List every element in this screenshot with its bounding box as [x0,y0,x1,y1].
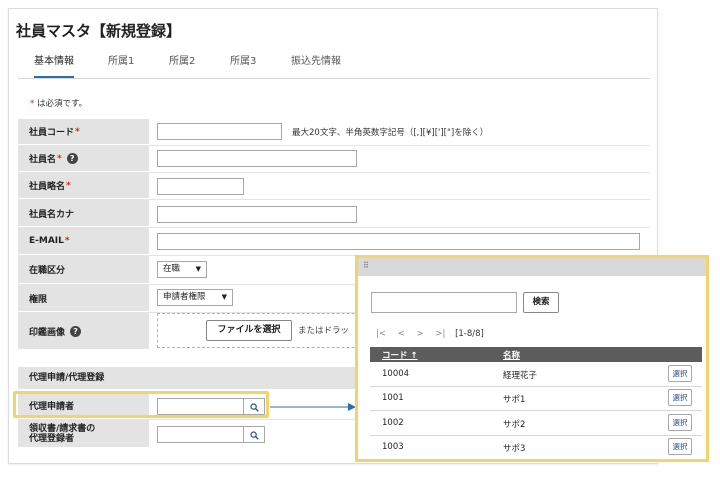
tab-affiliation-3[interactable]: 所属3 [230,54,256,76]
select-button[interactable]: 選択 [668,365,692,382]
question-circle-icon[interactable]: ? [66,153,78,164]
employee-code-label: 社員コード * [18,119,149,144]
grip-icon[interactable]: ⠿ [363,261,369,270]
chevron-down-icon: ▼ [195,265,201,273]
employee-kana-label: 社員名カナ [18,200,149,226]
employee-short-name-label: 社員略名 * [18,173,149,198]
question-circle-icon[interactable]: ? [70,325,82,337]
choose-file-button[interactable]: ファイルを選択 [206,320,292,341]
email-input[interactable] [157,233,640,250]
prev-page-icon[interactable]: < [398,329,405,339]
column-code[interactable]: コード ↑ [382,349,418,361]
receipt-proxy-input[interactable] [157,426,244,443]
select-button[interactable]: 選択 [668,389,692,406]
employee-code-input[interactable] [157,123,282,140]
popup-search-button[interactable]: 検索 [523,292,559,313]
authority-select[interactable]: 申請者権限 ▼ [157,289,233,306]
row-code: 1002 [382,418,404,428]
page-count: [1-8/8] [455,329,484,339]
row-name: サポ2 [503,420,526,430]
row-name: 経理花子 [503,371,538,381]
magnifier-icon [250,431,259,440]
search-popup: ⠿ 検索 |< < > >| [1-8/8] コード ↑ 名称 10004 経理… [355,255,709,462]
column-name[interactable]: 名称 [503,349,520,361]
row-code: 10004 [382,369,410,379]
select-button[interactable]: 選択 [668,438,692,455]
table-row: 1003 サポ3 選択 [370,435,702,459]
table-row: 1002 サポ2 選択 [370,411,702,436]
tab-affiliation-1[interactable]: 所属1 [108,54,134,76]
popup-search-input[interactable] [371,292,517,313]
table-row: 10004 経理花子 選択 [370,362,702,387]
employee-short-name-input[interactable] [157,178,244,195]
first-page-icon[interactable]: |< [376,329,386,339]
receipt-proxy-label: 領収書/請求書の 代理登録者 [18,420,149,447]
results-table-header: コード ↑ 名称 [370,347,702,362]
row-code: 1001 [382,393,404,403]
row-name: サポ1 [503,395,526,405]
email-label: E-MAIL * [18,228,149,254]
employment-status-select[interactable]: 在職 ▼ [157,261,207,278]
authority-label: 権限 [18,285,149,311]
select-button[interactable]: 選択 [668,414,692,431]
last-page-icon[interactable]: >| [435,329,445,339]
employee-name-label: 社員名 *? [18,146,149,171]
chevron-down-icon: ▼ [221,293,227,301]
required-note: * は必須です。 [30,99,88,109]
tab-bank-transfer[interactable]: 振込先情報 [291,54,341,76]
popup-drag-bar[interactable]: ⠿ [358,258,706,276]
employment-status-label: 在職区分 [18,256,149,283]
tab-affiliation-2[interactable]: 所属2 [169,54,195,76]
row-code: 1003 [382,442,404,452]
table-row: 1001 サポ1 選択 [370,386,702,411]
proxy-applicant-highlight [13,391,269,418]
employee-name-input[interactable] [157,150,357,167]
arrow-right-icon [270,403,356,411]
receipt-proxy-search-button[interactable] [243,426,265,443]
page-title: 社員マスタ【新規登録】 [16,22,182,40]
employee-code-hint: 最大20文字、半角英数字記号（[,][¥][']["]を除く） [292,128,489,138]
drag-drop-text: またはドラッ [298,326,350,336]
row-name: サポ3 [503,444,526,454]
tab-basic-info[interactable]: 基本情報 [34,54,74,78]
next-page-icon[interactable]: > [417,329,424,339]
pager: |< < > >| [1-8/8] [376,329,493,339]
seal-image-label: 印鑑画像? [18,313,149,349]
employee-kana-input[interactable] [157,206,357,223]
tab-bar: 基本情報 所属1 所属2 所属3 振込先情報 [18,54,650,79]
